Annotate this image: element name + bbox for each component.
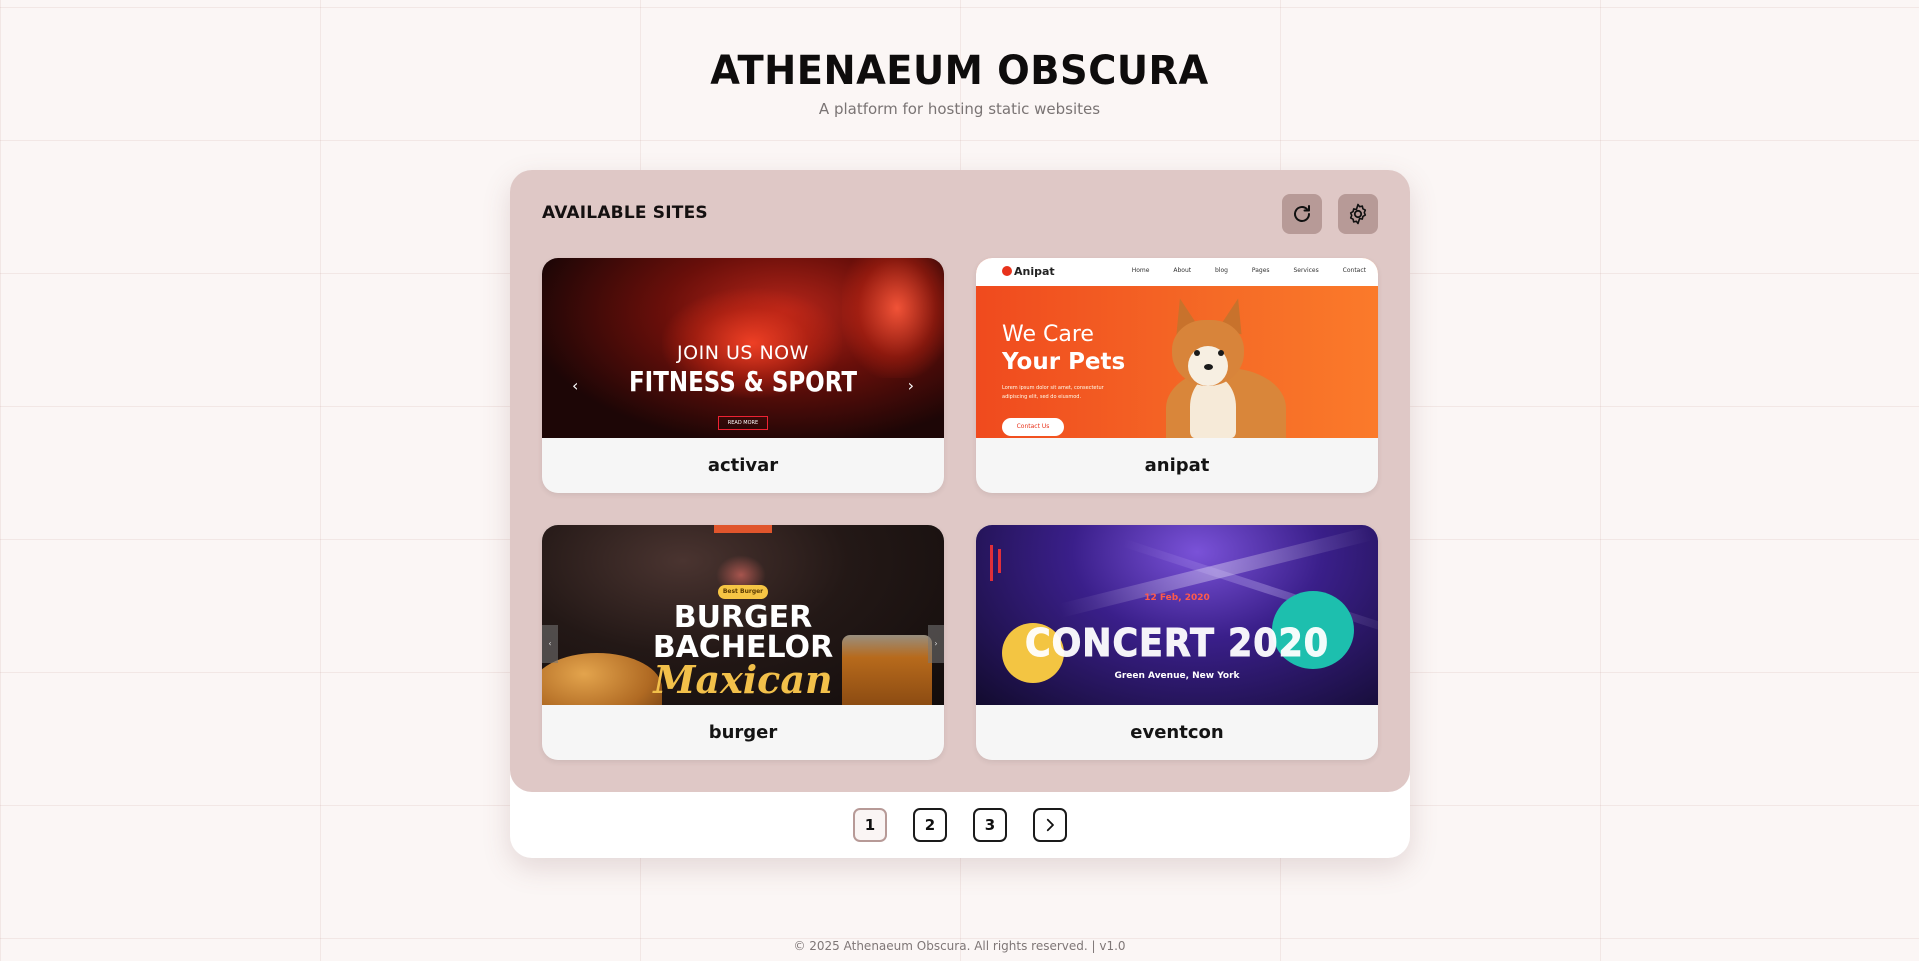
page-header: ATHENAEUM OBSCURA A platform for hosting…	[0, 48, 1919, 118]
thumb-nav: Home About blog Pages Services Contact	[1131, 267, 1366, 274]
thumb-line2: Your Pets	[1002, 349, 1126, 375]
thumb-line2: FITNESS & SPORT	[628, 365, 858, 398]
thumb-date: 12 Feb, 2020	[1144, 593, 1210, 603]
thumb-address: Green Avenue, New York	[1114, 671, 1240, 681]
sites-panel-body: AVAILABLE SITES ‹ › JOIN US NOW FITNESS …	[510, 170, 1410, 792]
thumb-line3: Maxican	[653, 657, 833, 702]
page-button-3[interactable]: 3	[973, 808, 1007, 842]
thumb-badge: Best Burger	[718, 585, 768, 599]
site-name: burger	[708, 722, 778, 743]
page-subtitle: A platform for hosting static websites	[818, 100, 1101, 118]
site-card-eventcon[interactable]: 12 Feb, 2020 CONCERT 2020 Green Avenue, …	[976, 525, 1378, 760]
panel-title: AVAILABLE SITES	[542, 203, 708, 223]
chevron-right-icon: ›	[907, 376, 914, 395]
site-card-activar[interactable]: ‹ › JOIN US NOW FITNESS & SPORT READ MOR…	[542, 258, 944, 493]
thumb-button: Contact Us	[1002, 418, 1064, 436]
thumb-logo: Anipat	[1014, 265, 1055, 278]
chevron-right-icon	[1046, 818, 1054, 832]
page-title: ATHENAEUM OBSCURA	[710, 48, 1209, 94]
paw-icon	[1002, 266, 1012, 276]
thumb-line1: CONCERT 2020	[1025, 621, 1329, 666]
pagination: 1 2 3	[510, 808, 1410, 844]
site-thumbnail: ‹ › Best Burger BURGER BACHELOR Maxican	[542, 525, 944, 705]
page-button-2[interactable]: 2	[913, 808, 947, 842]
thumb-button: READ MORE	[718, 416, 768, 430]
sites-panel: AVAILABLE SITES ‹ › JOIN US NOW FITNESS …	[510, 170, 1410, 858]
site-thumbnail: 12 Feb, 2020 CONCERT 2020 Green Avenue, …	[976, 525, 1378, 705]
refresh-icon	[1294, 205, 1310, 222]
thumb-small-text: Lorem ipsum dolor sit amet, consectetur …	[1002, 385, 1104, 400]
next-page-button[interactable]	[1033, 808, 1067, 842]
refresh-button[interactable]	[1282, 194, 1322, 234]
site-name: eventcon	[1130, 722, 1224, 743]
gear-icon	[1349, 203, 1367, 225]
site-thumbnail: ‹ › JOIN US NOW FITNESS & SPORT READ MOR…	[542, 258, 944, 438]
settings-button[interactable]	[1338, 194, 1378, 234]
thumb-line1: JOIN US NOW	[677, 342, 809, 364]
site-card-burger[interactable]: ‹ › Best Burger BURGER BACHELOR Maxican …	[542, 525, 944, 760]
site-name: activar	[707, 455, 779, 476]
thumb-line1: We Care	[1002, 322, 1094, 347]
site-name: anipat	[1144, 455, 1210, 476]
site-thumbnail: Anipat Home About blog Pages Services Co…	[976, 258, 1378, 438]
page-button-1[interactable]: 1	[853, 808, 887, 842]
footer-text: © 2025 Athenaeum Obscura. All rights res…	[793, 939, 1126, 953]
site-card-anipat[interactable]: Anipat Home About blog Pages Services Co…	[976, 258, 1378, 493]
thumb-line1: BURGER	[673, 600, 813, 635]
